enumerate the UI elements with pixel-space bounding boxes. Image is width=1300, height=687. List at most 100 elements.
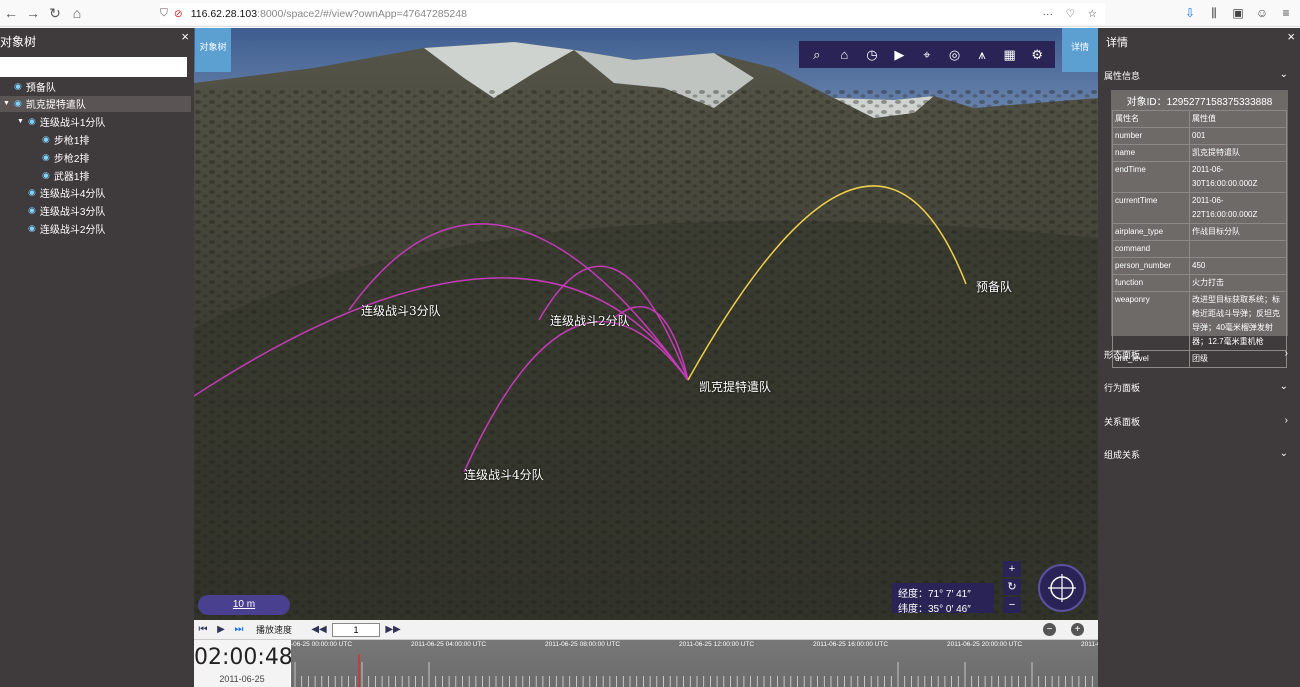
tree-item[interactable]: ◉ 预备队 (0, 78, 191, 94)
grid-icon[interactable]: ▦ (998, 47, 1022, 63)
zoom-out-button[interactable]: − (1003, 597, 1021, 613)
column-header: 属性值 (1189, 110, 1287, 128)
visibility-eye-icon[interactable]: ◉ (42, 134, 50, 145)
tree-item[interactable]: ◉ 步枪1排 (0, 131, 219, 147)
timeline-tick-label: 2011-06-25 08:00:00 UTC (545, 641, 621, 648)
download-icon[interactable]: ⇩ (1180, 3, 1200, 23)
close-icon[interactable]: × (181, 29, 189, 44)
library-icon[interactable]: ⫼ (1204, 3, 1224, 23)
tree-search-input[interactable] (0, 57, 187, 77)
unit-label-task-force[interactable]: 凯克提特遣队 (699, 378, 771, 395)
object-tree-tab[interactable]: 对象树 (195, 28, 231, 72)
search-icon[interactable]: ⌕ (805, 47, 829, 63)
chevron-down-icon: ⌄ (1279, 69, 1288, 80)
play-icon[interactable]: ▶ (212, 624, 230, 635)
caret-down-icon[interactable]: ▼ (17, 118, 25, 125)
visibility-eye-icon[interactable]: ◉ (14, 81, 22, 92)
visibility-eye-icon[interactable]: ◉ (42, 152, 50, 163)
page-actions-icon[interactable]: ··· (1043, 8, 1054, 20)
attribute-box: 对象ID：1295277158375333888 属性名 属性值 number 0… (1111, 90, 1288, 368)
skip-start-icon[interactable]: ⏮ (194, 624, 212, 635)
caret-down-icon[interactable]: ▼ (3, 100, 11, 107)
panel-section[interactable]: 形态面板 › (1104, 348, 1294, 361)
tree-item-label: 连级战斗1分队 (39, 118, 106, 130)
unit-label-company3[interactable]: 连级战斗3分队 (361, 302, 441, 319)
panel-section[interactable]: 关系面板 › (1104, 415, 1294, 428)
timeline-zoom-out-button[interactable]: − (1043, 623, 1056, 636)
longitude: 经度：71° 7′ 41″ (898, 589, 971, 600)
details-tab[interactable]: 详情 (1062, 28, 1098, 72)
compass-widget[interactable] (1038, 564, 1086, 612)
clock-icon[interactable]: ◷ (860, 47, 884, 63)
tree-item[interactable]: ◉ 连级战斗4分队 (0, 185, 205, 201)
faster-icon[interactable]: ▶▶ (384, 624, 402, 635)
table-row: airplane_type 作战目标分队 (1112, 223, 1287, 241)
attribute-name: endTime (1112, 161, 1190, 193)
attribute-value: 2011-06-30T16:00:00.000Z (1189, 161, 1287, 193)
attribute-name: currentTime (1112, 192, 1190, 224)
gear-icon[interactable]: ⚙ (1025, 47, 1049, 63)
latitude: 纬度：35° 0′ 46″ (898, 604, 971, 615)
tree-item[interactable]: ▼ ◉ 连级战斗1分队 (0, 114, 205, 130)
table-header-row: 属性名 属性值 (1112, 110, 1287, 128)
skip-end-icon[interactable]: ⏭ (230, 624, 248, 635)
visibility-eye-icon[interactable]: ◉ (28, 205, 36, 216)
map-view[interactable]: 对象树 详情 ⌕ ⌂ ◷ ▶ ⌖ ◎ ⩚ ▦ ⚙ 连级战斗3分队 连级战斗2分队 连级战斗4分队… (194, 28, 1098, 620)
section-label: 组成关系 (1104, 450, 1141, 460)
chevron-icon: › (1284, 415, 1288, 426)
timeline-zoom-in-button[interactable]: + (1071, 623, 1084, 636)
account-icon[interactable]: ☺ (1252, 3, 1272, 23)
unit-label-reserve[interactable]: 预备队 (976, 278, 1012, 295)
sidebar-icon[interactable]: ▣ (1228, 3, 1248, 23)
attribute-name: function (1112, 274, 1190, 292)
tree-item[interactable]: ◉ 连级战斗3分队 (0, 203, 205, 219)
home-icon[interactable]: ⌂ (832, 47, 856, 62)
tree-item[interactable]: ◉ 连级战斗2分队 (0, 220, 205, 236)
visibility-eye-icon[interactable]: ◉ (28, 187, 36, 198)
timeline[interactable]: 2011-06-25 00:00:00 UTC 2011-06-25 04:00:… (291, 640, 1098, 687)
tree-item-label: 连级战斗3分队 (39, 207, 106, 219)
slower-icon[interactable]: ◀◀ (310, 624, 328, 635)
panel-section[interactable]: 行为面板 ⌄ (1104, 381, 1294, 394)
tree-item[interactable]: ◉ 步枪2排 (0, 149, 219, 165)
table-row: person_number 450 (1112, 257, 1287, 275)
bookmark-star-icon[interactable]: ☆ (1088, 8, 1097, 20)
attribute-value: 改进型目标获取系统；标枪近距战斗导弹；反坦克导弹；40毫米榴弹发射器；12.7毫… (1189, 291, 1287, 351)
reload-icon[interactable]: ↻ (44, 2, 66, 24)
attribute-value (1189, 240, 1287, 258)
visibility-eye-icon[interactable]: ◉ (28, 116, 36, 127)
attribute-value: 001 (1189, 127, 1287, 145)
back-icon[interactable]: ← (0, 2, 22, 24)
address-bar[interactable]: ⛉ ⊘ 116.62.28.103:8000/space2/#/view?own… (160, 3, 1105, 24)
chevron-icon: ⌄ (1279, 448, 1288, 459)
reset-view-button[interactable]: ↻ (1003, 579, 1021, 595)
tree-item[interactable]: ▼ ◉ 凯克提特遣队 (0, 95, 191, 112)
tree-item[interactable]: ◉ 武器1排 (0, 167, 219, 183)
tower-icon[interactable]: ⩚ (970, 47, 994, 63)
visibility-eye-icon[interactable]: ◉ (14, 98, 22, 109)
close-icon[interactable]: × (1287, 29, 1295, 44)
attribute-section-header[interactable]: 属性信息 ⌄ (1104, 69, 1294, 82)
speed-input[interactable] (332, 622, 381, 637)
visibility-eye-icon[interactable]: ◉ (28, 223, 36, 234)
eye-frame-icon[interactable]: ◎ (943, 47, 967, 63)
visibility-eye-icon[interactable]: ◉ (42, 170, 50, 181)
pocket-icon[interactable]: ♡ (1066, 8, 1075, 20)
attribute-section-label: 属性信息 (1104, 71, 1141, 81)
zoom-in-button[interactable]: + (1003, 561, 1021, 577)
crosshair-icon[interactable]: ⌖ (915, 47, 939, 63)
unit-label-company2[interactable]: 连级战斗2分队 (550, 312, 630, 329)
panel-section[interactable]: 组成关系 ⌄ (1104, 448, 1294, 461)
tree-item-label: 步枪2排 (53, 153, 90, 165)
forward-icon[interactable]: → (22, 2, 44, 24)
tree-item-label: 步枪1排 (53, 135, 90, 147)
unit-label-company4[interactable]: 连级战斗4分队 (464, 466, 544, 483)
playback-bar: ⏮ ▶ ⏭ 播放速度 ◀◀ ▶▶ − + (194, 620, 1098, 640)
video-icon[interactable]: ▶ (887, 47, 911, 63)
shield-icon: ⛉ (160, 7, 168, 19)
timeline-tick-label: 2011-06-26 (1081, 641, 1098, 648)
menu-icon[interactable]: ≡ (1276, 3, 1296, 23)
arc-to-company1 (194, 277, 689, 397)
chevron-icon: ⌄ (1279, 381, 1288, 392)
home-icon[interactable]: ⌂ (66, 2, 88, 24)
